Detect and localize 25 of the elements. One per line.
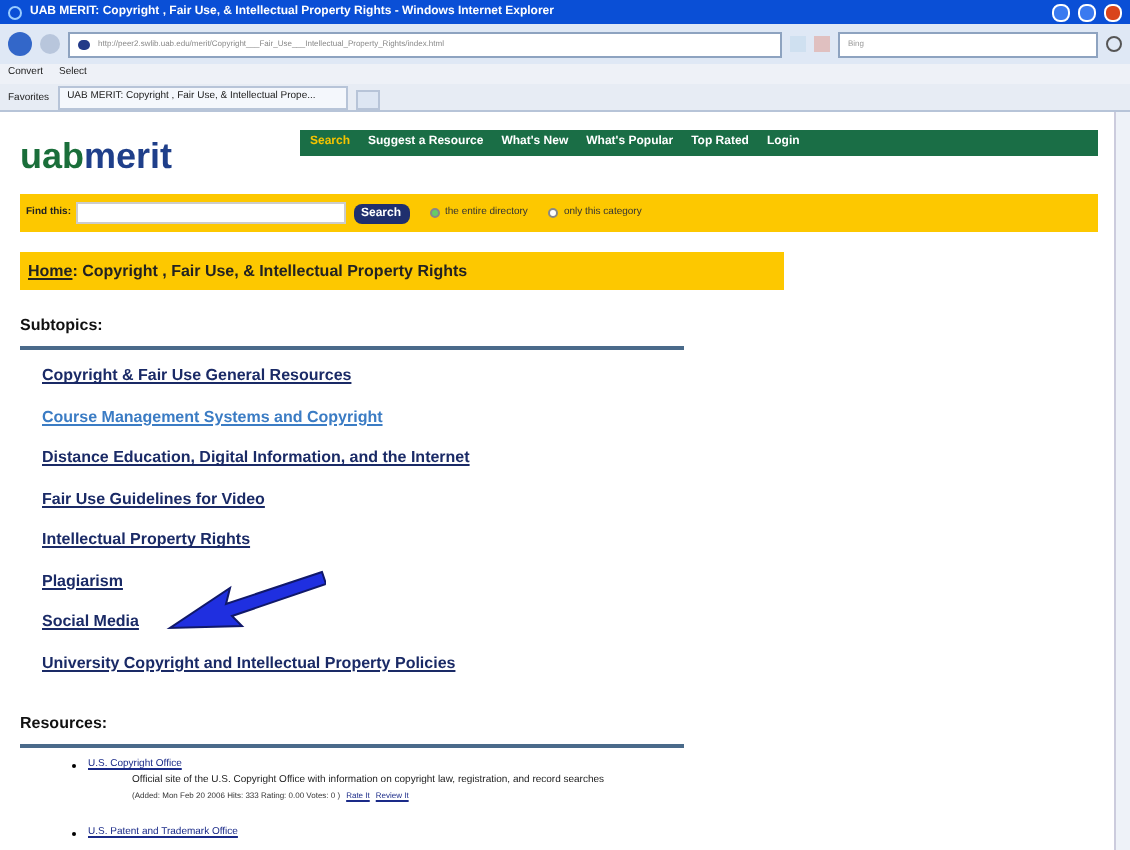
section-heading: Subtopics: [20,314,105,338]
site-icon [78,39,90,49]
browser-icon [8,5,22,19]
new-tab-button[interactable] [355,90,380,110]
subtopic-link[interactable]: University Copyright and Intellectual Property Policies [42,643,456,684]
subtopic-link[interactable]: Intellectual Property Rights [42,520,251,561]
subtopic-link[interactable]: Plagiarism [42,561,123,602]
subtopic-link[interactable]: Distance Education, Digital Information, and the Internet [42,438,470,479]
subtopic-link[interactable]: Social Media [42,602,139,643]
find-input[interactable] [75,202,345,224]
subtopic-link[interactable]: Copyright & Fair Use General Resources [42,356,352,397]
forward-icon[interactable] [40,34,60,54]
close-button[interactable] [1104,3,1122,21]
minimize-button[interactable] [1052,3,1070,21]
radio-button[interactable] [547,208,558,218]
radio-button[interactable] [429,208,440,218]
maximize-button[interactable] [1078,3,1096,21]
subtopic-link[interactable]: Course Management Systems and Copyright [42,397,383,438]
subtopic-link[interactable]: Fair Use Guidelines for Video [42,479,265,520]
search-icon[interactable] [1106,36,1122,52]
section-heading: Resources: [20,712,110,736]
breadcrumb-text: : Copyright , Fair Use, & Intellectual Property Rights [72,259,468,283]
home-link[interactable]: Home [28,259,73,283]
site-logo[interactable]: uabmerit [20,138,300,174]
back-icon[interactable] [8,32,32,56]
